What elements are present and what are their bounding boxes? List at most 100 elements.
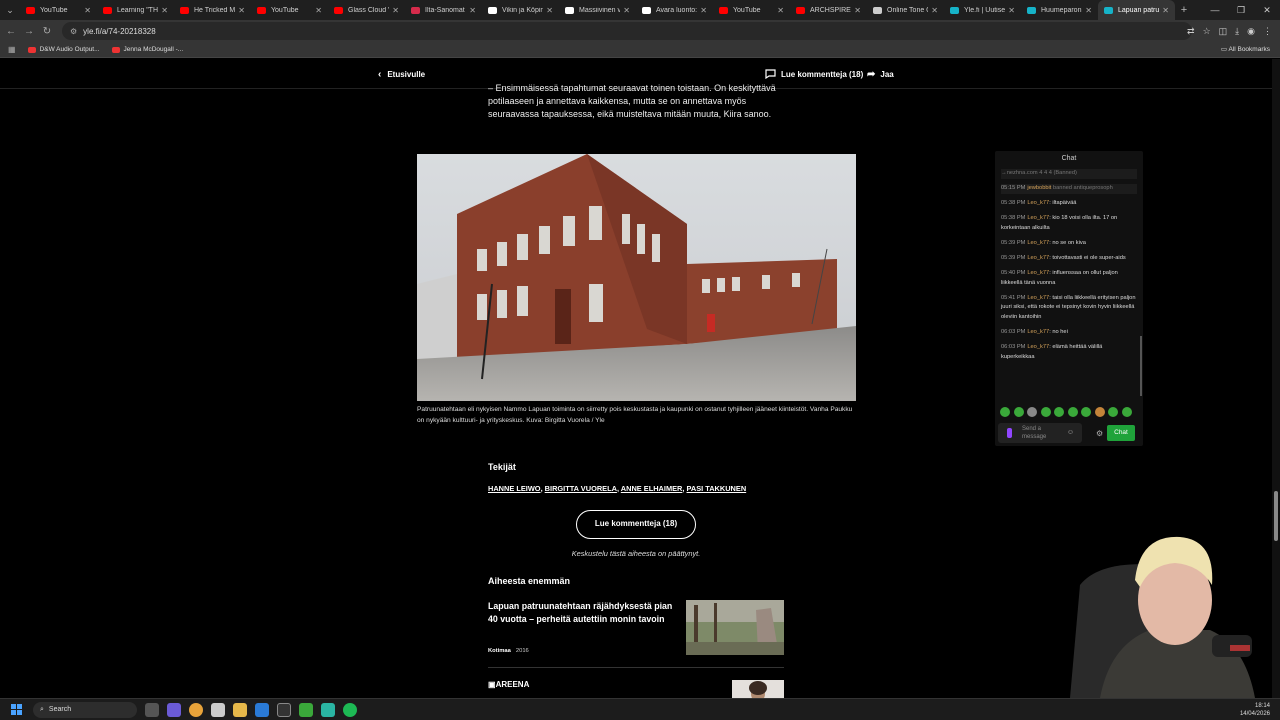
browser-tab[interactable]: Lapuan patruun✕ (1098, 0, 1175, 20)
browser-tab[interactable]: Massiivinen val✕ (559, 0, 636, 20)
browser-tab[interactable]: Glass Cloud "S✕ (328, 0, 405, 20)
chat-settings-icon[interactable]: ⚙ (1096, 429, 1103, 438)
related-article-card[interactable]: Lapuan patruunatehtaan räjähdyksestä pia… (488, 600, 784, 668)
discord-icon[interactable] (321, 702, 335, 717)
bookmark-item[interactable]: D&W Audio Output... (27, 46, 100, 53)
tab-close-icon[interactable]: ✕ (315, 6, 322, 15)
chat-username[interactable]: Leo_k77 (1027, 255, 1049, 261)
forward-arrow-icon[interactable]: → (20, 26, 38, 37)
tab-close-icon[interactable]: ✕ (854, 6, 861, 15)
browser-tab[interactable]: Online Tone Ge✕ (867, 0, 944, 20)
tab-close-icon[interactable]: ✕ (84, 6, 91, 15)
chat-username[interactable]: Leo_k77 (1027, 344, 1049, 350)
site-info-icon[interactable]: ⚙ (70, 27, 77, 36)
browser-tab[interactable]: Ilta-Sanomat - ✕ (405, 0, 482, 20)
chat-message-input[interactable]: Send a message ☺ (998, 423, 1082, 443)
spotify-icon[interactable] (343, 702, 357, 717)
browser-tab[interactable]: Huumeparoni ✕ (1021, 0, 1098, 20)
bookmark-star-icon[interactable]: ☆ (1203, 26, 1211, 37)
tab-close-icon[interactable]: ✕ (238, 6, 245, 15)
tab-close-icon[interactable]: ✕ (1085, 6, 1092, 15)
browser-tab[interactable]: Avara luonto: L✕ (636, 0, 713, 20)
emote-icon[interactable] (1094, 407, 1105, 417)
profile-icon[interactable]: ◉ (1247, 26, 1255, 37)
chat-send-button[interactable]: Chat (1107, 425, 1135, 441)
emote-icon[interactable] (1027, 407, 1037, 417)
tab-close-icon[interactable]: ✕ (469, 6, 476, 15)
download-icon[interactable]: ⤓ (1235, 26, 1239, 37)
emote-icon[interactable] (1054, 407, 1064, 417)
minimize-icon[interactable]: — (1202, 0, 1228, 20)
browser-tab[interactable]: Yle.fi | Uutiset, ✕ (944, 0, 1021, 20)
teams-icon[interactable] (167, 702, 181, 717)
chat-username[interactable]: Leo_k77 (1027, 240, 1049, 246)
back-arrow-icon[interactable]: ← (2, 26, 20, 37)
emote-icon[interactable] (1000, 407, 1010, 417)
emoji-icon[interactable]: ☺ (1067, 429, 1074, 437)
back-to-frontpage-link[interactable]: ‹ Etusivulle (378, 69, 425, 80)
related-article-thumbnail[interactable] (686, 600, 784, 655)
tab-close-icon[interactable]: ✕ (623, 6, 630, 15)
maximize-icon[interactable]: ❐ (1228, 0, 1254, 20)
emote-icon[interactable] (1067, 407, 1078, 417)
tab-close-icon[interactable]: ✕ (1162, 6, 1169, 15)
close-window-icon[interactable]: ✕ (1254, 0, 1280, 20)
tab-close-icon[interactable]: ✕ (546, 6, 553, 15)
emote-icon[interactable] (1081, 407, 1091, 417)
chrome-icon[interactable] (189, 702, 203, 717)
chat-username[interactable]: Leo_k77 (1027, 200, 1049, 206)
start-button[interactable] (5, 704, 27, 715)
emote-icon[interactable] (1013, 407, 1024, 417)
areena-thumbnail[interactable] (732, 680, 784, 698)
game-icon[interactable] (299, 702, 313, 717)
extensions-icon[interactable]: ◫ (1219, 26, 1228, 37)
edge-icon[interactable] (255, 702, 269, 717)
header-comments-link[interactable]: Lue kommentteja (18) (765, 69, 863, 79)
chat-username[interactable]: Leo_k77 (1027, 270, 1049, 276)
emote-icon[interactable] (1121, 407, 1132, 417)
browser-tab[interactable]: YouTube ✕ (251, 0, 328, 20)
read-comments-button[interactable]: Lue kommentteja (18) (576, 510, 696, 539)
browser-tab[interactable]: YouTube ✕ (20, 0, 97, 20)
browser-tab[interactable]: Learning "THE ✕ (97, 0, 174, 20)
chat-username[interactable]: jewbobbit (1027, 185, 1051, 191)
taskbar-search[interactable]: ⌕ Search (33, 701, 137, 718)
share-link[interactable]: ➦ Jaa (867, 69, 894, 80)
bookmark-item[interactable]: Jenna McDougall -... (111, 46, 183, 53)
browser-tab[interactable]: ARCHSPIRE ✕ (790, 0, 867, 20)
chat-scrollbar[interactable] (1140, 336, 1142, 396)
tab-close-icon[interactable]: ✕ (161, 6, 168, 15)
tab-search-icon[interactable]: ⌄ (0, 0, 20, 20)
tab-close-icon[interactable]: ✕ (1008, 6, 1015, 15)
author-link[interactable]: HANNE LEIWO (488, 484, 541, 493)
tab-close-icon[interactable]: ✕ (777, 6, 784, 15)
areena-label[interactable]: ▣AREENA (488, 680, 529, 689)
address-bar[interactable]: ⚙ yle.fi/a/74-20218328 (62, 22, 1192, 40)
related-article-title[interactable]: Lapuan patruunatehtaan räjähdyksestä pia… (488, 600, 678, 626)
tab-close-icon[interactable]: ✕ (392, 6, 399, 15)
author-link[interactable]: BIRGITTA VUORELA (545, 484, 617, 493)
new-tab-button[interactable]: + (1175, 4, 1193, 16)
chat-username[interactable]: Leo_k77 (1027, 329, 1049, 335)
tab-close-icon[interactable]: ✕ (931, 6, 938, 15)
author-link[interactable]: PASI TAKKUNEN (686, 484, 746, 493)
emote-icon[interactable] (1108, 407, 1118, 417)
chat-username[interactable]: Leo_k77 (1027, 215, 1049, 221)
browser-tab[interactable]: Vikin ja Köpin ✕ (482, 0, 559, 20)
translate-icon[interactable]: ⇄ (1187, 26, 1195, 37)
tab-close-icon[interactable]: ✕ (700, 6, 707, 15)
reload-icon[interactable]: ↻ (38, 26, 56, 37)
emote-icon[interactable] (1040, 407, 1051, 417)
file-explorer-icon[interactable] (233, 702, 247, 717)
app-icon[interactable] (277, 702, 291, 717)
taskbar-clock[interactable]: 18:14 14/04/2026 (1240, 702, 1270, 718)
browser-tab[interactable]: He Tricked Me ✕ (174, 0, 251, 20)
browser-tab[interactable]: YouTube ✕ (713, 0, 790, 20)
menu-dots-icon[interactable]: ⋮ (1263, 26, 1272, 37)
store-icon[interactable] (211, 702, 225, 717)
author-link[interactable]: ANNE ELHAIMER (621, 484, 683, 493)
chat-username[interactable]: Leo_k77 (1027, 295, 1049, 301)
all-bookmarks-button[interactable]: ▭ All Bookmarks (1221, 45, 1270, 53)
apps-icon[interactable]: ▦ (8, 45, 16, 54)
task-view-icon[interactable] (145, 702, 159, 717)
